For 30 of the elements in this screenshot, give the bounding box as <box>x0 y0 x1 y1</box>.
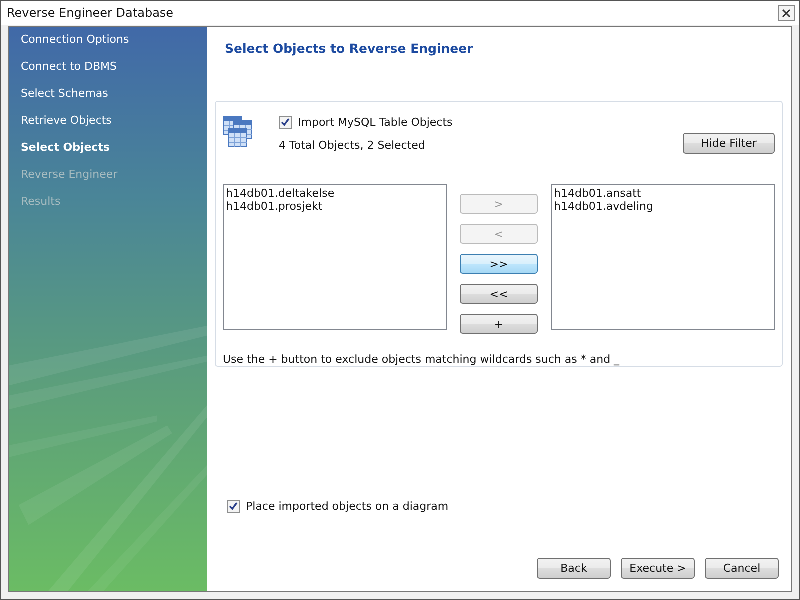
hint-text: Use the + button to exclude objects matching wildcards such as * and _ <box>223 353 621 366</box>
step-item: Select Objects <box>21 141 112 156</box>
list-item[interactable]: h14db01.ansatt <box>554 187 772 200</box>
object-count: 4 Total Objects, 2 Selected <box>279 139 426 152</box>
place-label: Place imported objects on a diagram <box>246 500 449 513</box>
available-list[interactable]: h14db01.deltakelse h14db01.prosjekt <box>223 184 447 330</box>
step-item: Connection Options <box>21 33 130 48</box>
selected-list[interactable]: h14db01.ansatt h14db01.avdeling <box>551 184 775 330</box>
step-item: Reverse Engineer <box>21 168 119 183</box>
step-item: Connect to DBMS <box>21 60 118 75</box>
move-button[interactable]: >> <box>460 254 538 274</box>
hide-filter-button[interactable]: Hide Filter <box>683 133 775 154</box>
step-item: Results <box>21 195 62 210</box>
import-checkbox[interactable] <box>279 116 292 129</box>
place-checkbox[interactable] <box>227 500 240 513</box>
list-item[interactable]: h14db01.avdeling <box>554 200 772 213</box>
move-button[interactable]: + <box>460 314 538 334</box>
move-button[interactable]: << <box>460 284 538 304</box>
list-item[interactable]: h14db01.deltakelse <box>226 187 444 200</box>
dialog-button[interactable]: Execute > <box>621 558 695 579</box>
dialog-button[interactable]: Cancel <box>705 558 779 579</box>
page-heading: Select Objects to Reverse Engineer <box>225 41 474 58</box>
step-item: Retrieve Objects <box>21 114 113 129</box>
close-button[interactable] <box>778 5 795 21</box>
list-item[interactable]: h14db01.prosjekt <box>226 200 444 213</box>
dialog-button[interactable]: Back <box>537 558 611 579</box>
close-icon <box>782 8 791 18</box>
window-title: Reverse Engineer Database <box>7 6 174 20</box>
step-item: Select Schemas <box>21 87 110 102</box>
import-label: Import MySQL Table Objects <box>298 116 453 129</box>
